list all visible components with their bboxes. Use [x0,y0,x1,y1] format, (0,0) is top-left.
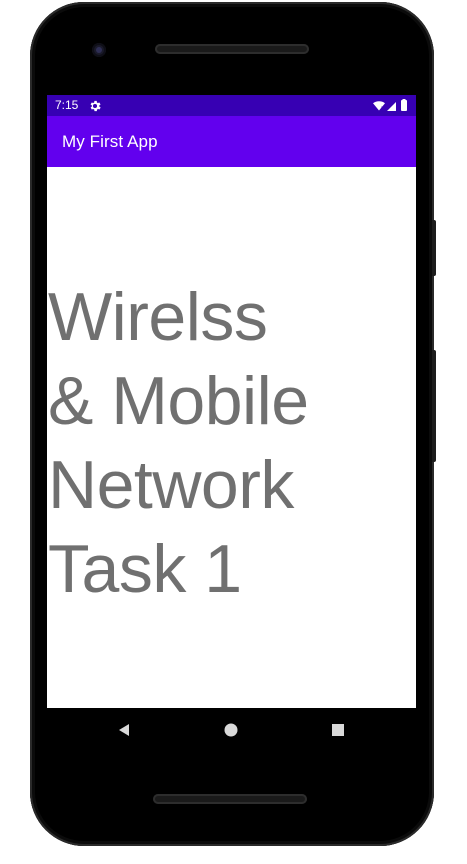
wifi-icon [373,101,385,111]
back-triangle-icon [119,724,129,736]
app-title: My First App [62,132,158,151]
status-icons [372,99,410,112]
status-time: 7:15 [55,98,79,112]
volume-button[interactable] [432,220,436,276]
front-camera [92,43,106,57]
gear-icon [88,98,102,112]
device-screen: 7:15 My First App Wirelss & Mobile Netwo… [47,95,416,708]
back-button[interactable] [112,718,136,742]
power-button[interactable] [432,350,436,462]
navigation-bar [47,708,416,752]
battery-icon [401,99,407,111]
signal-icon [387,102,396,111]
device-frame-stage: 7:15 My First App Wirelss & Mobile Netwo… [0,0,467,864]
earpiece-speaker [155,44,309,54]
bottom-speaker [153,794,307,804]
home-circle-icon [224,723,238,737]
main-content: Wirelss & Mobile Network Task 1 [47,167,416,708]
task-text: Wirelss & Mobile Network Task 1 [48,279,309,607]
status-bar: 7:15 [47,95,416,116]
home-button[interactable] [219,718,243,742]
recents-button[interactable] [326,718,350,742]
app-bar: My First App [47,116,416,167]
recents-square-icon [332,724,344,736]
